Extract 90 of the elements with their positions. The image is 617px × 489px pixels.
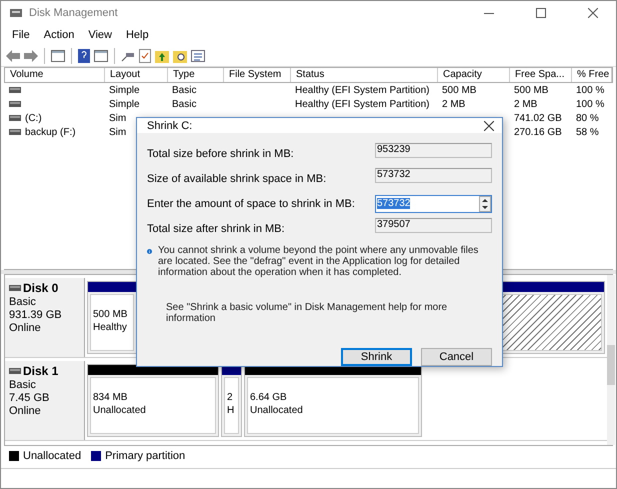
table-cell: 100 % — [576, 84, 604, 96]
partition-label: 2 — [227, 392, 234, 403]
disk-status: Online — [9, 322, 42, 334]
app-icon — [9, 7, 23, 19]
disk-type: Basic — [9, 379, 37, 391]
disk-type: Basic — [9, 296, 37, 308]
legend-label: Unallocated — [23, 450, 82, 462]
field-label: Total size before shrink in MB: — [147, 148, 294, 160]
checklist-icon[interactable] — [139, 48, 151, 62]
partition-block[interactable]: 834 MB Unallocated — [87, 364, 219, 437]
disk-name: Disk 1 — [23, 364, 58, 378]
cancel-button[interactable]: Cancel — [421, 348, 492, 366]
partition-block[interactable]: 500 MB Healthy — [87, 281, 137, 354]
table-cell: 500 MB — [514, 84, 548, 96]
field-label: Enter the amount of space to shrink in MB: — [147, 198, 355, 210]
table-cell: Basic — [172, 98, 196, 110]
table-cell: Simple — [109, 98, 140, 110]
table-cell: 741.02 GB — [514, 112, 562, 124]
menu-item[interactable]: File — [5, 27, 37, 43]
help-icon[interactable] — [78, 48, 90, 62]
maximize-icon[interactable] — [536, 8, 546, 18]
disk-status: Online — [9, 405, 42, 417]
drive-icon — [9, 115, 21, 121]
column-header[interactable]: Volume — [5, 68, 105, 82]
scrollbar[interactable] — [607, 275, 615, 445]
drive-icon — [9, 101, 21, 107]
table-cell: Healthy (EFI System Partition) — [295, 84, 430, 96]
partition-label: 834 MB — [93, 392, 128, 403]
menu-item[interactable]: Help — [118, 27, 156, 43]
drive-icon — [9, 368, 21, 374]
panel-icon[interactable] — [51, 50, 65, 62]
partition-label: 500 MB — [93, 309, 128, 320]
spin-arrows-icon[interactable] — [479, 196, 491, 212]
shrink-button[interactable]: Shrink — [341, 348, 412, 366]
table-cell: 100 % — [576, 98, 604, 110]
readonly-field: 953239 — [375, 143, 492, 158]
partition-block[interactable]: 6.64 GB Unallocated — [244, 364, 422, 437]
table-cell: 270.16 GB — [514, 126, 562, 138]
column-header[interactable]: Capacity — [438, 68, 510, 82]
folder-search-icon[interactable] — [173, 48, 187, 62]
properties-icon[interactable] — [191, 50, 205, 62]
legend-label: Primary partition — [105, 450, 186, 462]
readonly-field: 379507 — [375, 218, 492, 233]
table-cell: Sim — [109, 126, 126, 138]
partition-block[interactable]: 2 H — [221, 364, 242, 437]
back-icon[interactable] — [6, 50, 20, 62]
partition-label: 6.64 GB — [250, 392, 288, 403]
column-header[interactable]: Type — [168, 68, 224, 82]
table-cell: backup (F:) — [25, 126, 76, 138]
column-header[interactable]: File System — [224, 68, 291, 82]
drive-icon — [9, 285, 21, 291]
field-label: Size of available shrink space in MB: — [147, 172, 326, 184]
disk-size: 931.39 GB — [9, 309, 63, 321]
table-cell: 2 MB — [514, 98, 538, 110]
column-header[interactable]: Layout — [105, 68, 168, 82]
table-cell: (C:) — [25, 112, 42, 124]
panel-icon[interactable] — [94, 50, 108, 62]
help-note: See "Shrink a basic volume" in Disk Management help for more information — [166, 302, 448, 324]
table-cell: 80 % — [576, 112, 599, 124]
column-header[interactable]: % Free — [572, 68, 612, 82]
column-header[interactable]: Free Spa... — [510, 68, 572, 82]
disk-name: Disk 0 — [23, 281, 58, 295]
forward-icon[interactable] — [24, 50, 38, 62]
window-title: Disk Management — [29, 7, 119, 19]
spin-field[interactable]: 573732 — [375, 194, 492, 212]
close-icon[interactable] — [484, 120, 494, 130]
readonly-field: 573732 — [375, 168, 492, 183]
menu-item[interactable]: Action — [36, 27, 82, 43]
table-cell: Sim — [109, 112, 126, 124]
minimize-icon[interactable] — [484, 12, 494, 14]
info-message: You cannot shrink a volume beyond the point where any unmovable files are located. See the "defrag" event in the Application log for detailed information about the operation when it has completed. — [158, 245, 480, 278]
partition-label: Unallocated — [250, 405, 304, 416]
folder-up-icon[interactable] — [155, 48, 169, 62]
table-cell: 2 MB — [442, 98, 466, 110]
drive-icon — [9, 129, 21, 135]
field-label: Total size after shrink in MB: — [147, 222, 285, 234]
partition-label: Unallocated — [93, 405, 147, 416]
table-cell: Basic — [172, 84, 196, 96]
partition-label: H — [227, 405, 236, 416]
close-icon[interactable] — [588, 8, 598, 18]
table-cell: 58 % — [576, 126, 599, 138]
column-header[interactable]: Status — [291, 68, 438, 82]
table-cell: 500 MB — [442, 84, 476, 96]
partition-label: Healthy — [93, 322, 128, 333]
drive-icon — [9, 87, 21, 93]
dialog-title: Shrink C: — [147, 120, 192, 132]
table-cell: Healthy (EFI System Partition) — [295, 98, 430, 110]
disk-size: 7.45 GB — [9, 392, 50, 404]
table-cell: Simple — [109, 84, 140, 96]
menu-item[interactable]: View — [81, 27, 119, 43]
